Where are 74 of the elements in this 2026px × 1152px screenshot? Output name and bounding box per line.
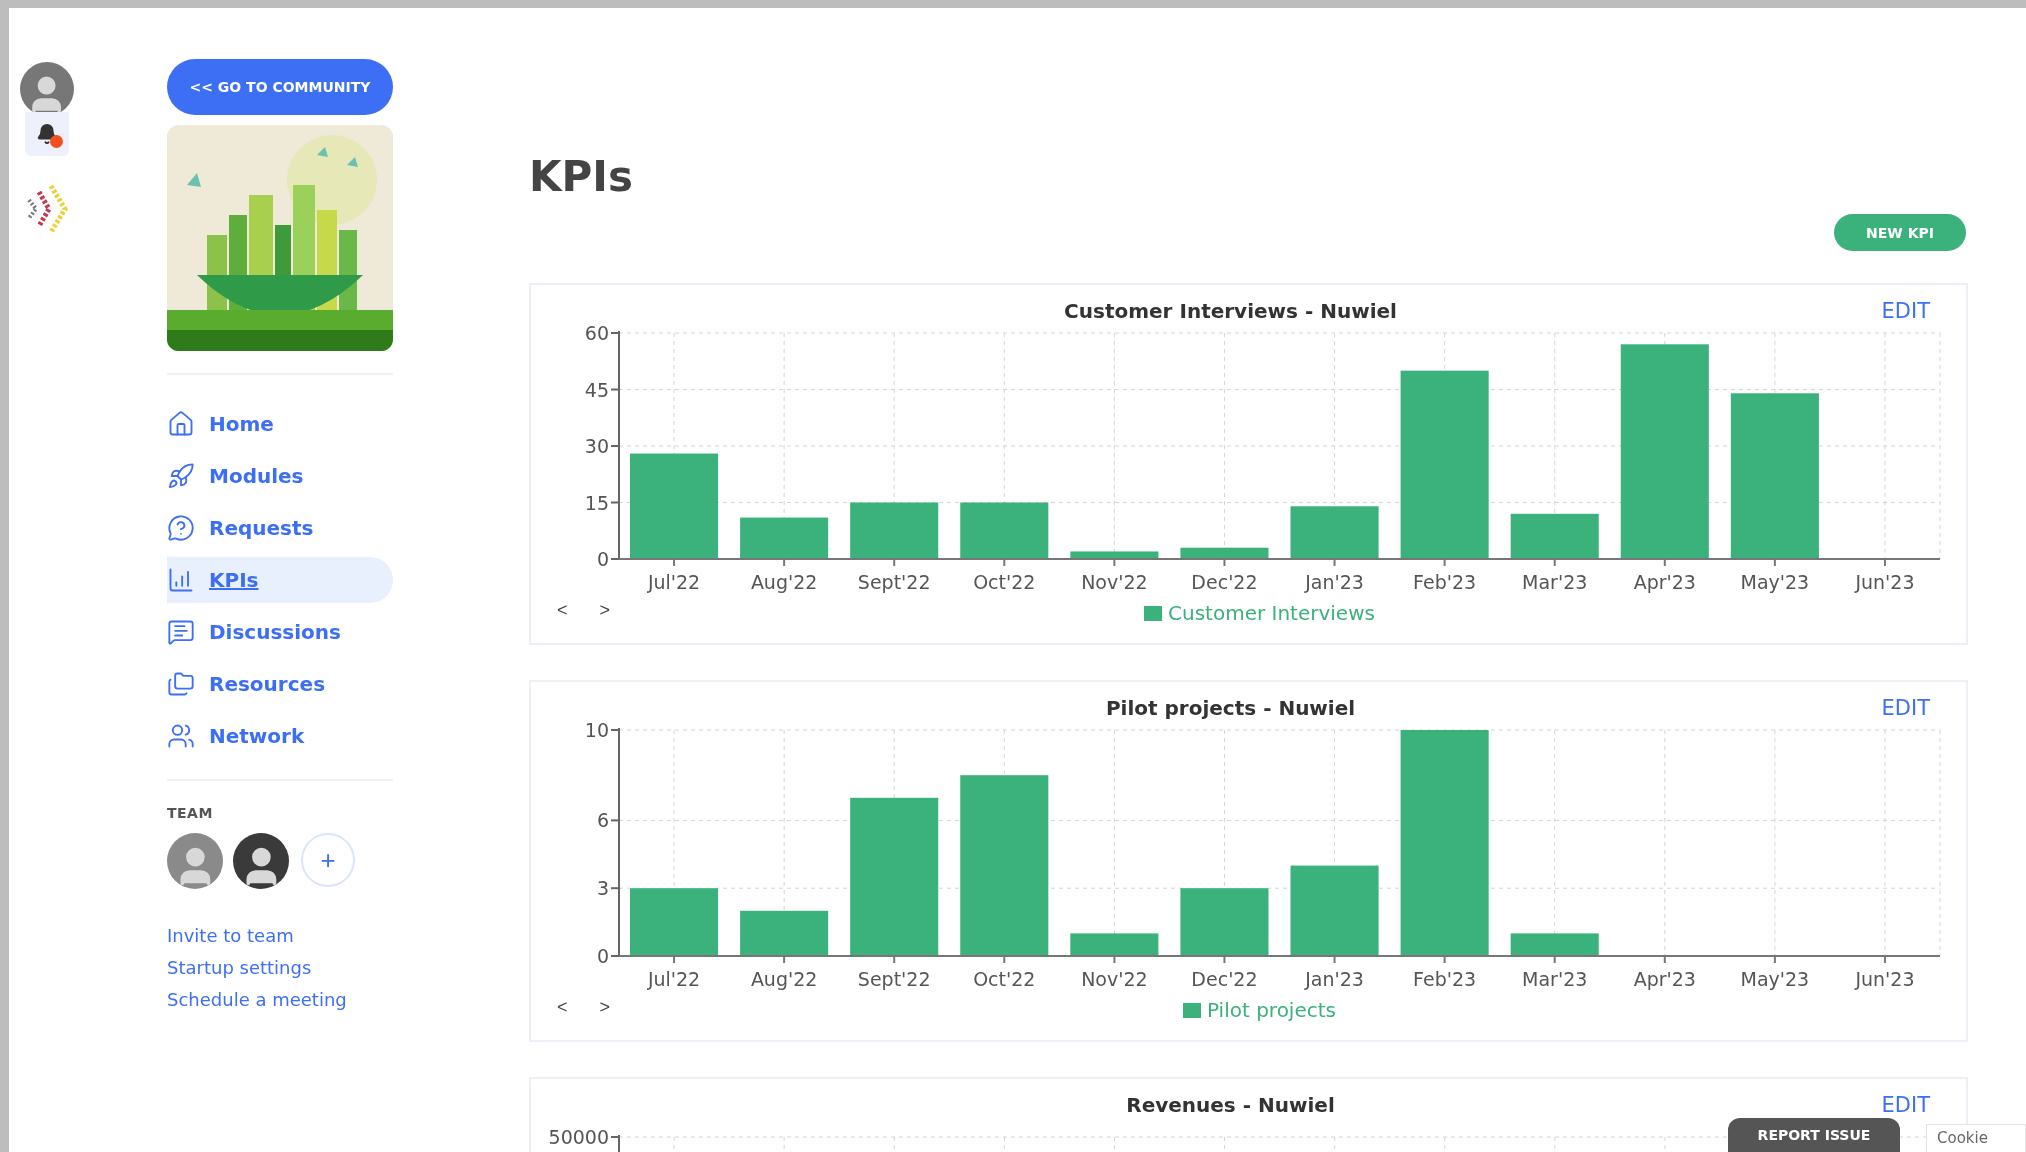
x-tick-label: Mar'23	[1522, 571, 1588, 593]
edit-link[interactable]: EDIT	[1881, 1093, 1930, 1117]
y-tick-label: 30	[584, 435, 609, 457]
notification-button[interactable]	[25, 112, 69, 156]
y-tick-label: 60	[584, 323, 609, 344]
x-tick-label: Apr'23	[1633, 968, 1696, 990]
nav-item[interactable]: Requests	[167, 505, 393, 551]
y-tick-label: 3	[596, 877, 609, 900]
report-issue-button[interactable]: REPORT ISSUE	[1728, 1118, 1900, 1152]
x-tick-label: Jan'23	[1305, 968, 1364, 990]
page-title: KPIs	[529, 156, 634, 198]
nav-item[interactable]: Discussions	[167, 609, 393, 655]
x-tick-label: Jan'23	[1305, 571, 1364, 593]
nav-item[interactable]: Home	[167, 401, 393, 447]
next-button[interactable]: >	[595, 996, 615, 1018]
y-tick-label: 0	[596, 945, 609, 967]
go-to-community-button[interactable]: << GO TO COMMUNITY	[167, 59, 393, 115]
legend-label: Pilot projects	[1207, 998, 1336, 1022]
nav-item[interactable]: KPIs	[167, 557, 393, 603]
x-tick-label: Oct'22	[973, 968, 1036, 990]
y-tick-label: 15	[584, 491, 609, 514]
chart-title: Revenues - Nuwiel	[1126, 1093, 1335, 1117]
x-tick-label: Jun'23	[1855, 571, 1915, 593]
chevron-logo-icon	[25, 184, 69, 234]
x-tick-label: Jul'22	[647, 571, 701, 593]
x-tick-label: Sept'22	[857, 571, 931, 593]
y-tick-label: 45	[584, 378, 609, 401]
y-tick-label: 0	[596, 548, 609, 570]
folders-icon	[167, 670, 195, 698]
x-tick-label: May'23	[1740, 968, 1810, 990]
x-tick-label: Mar'23	[1522, 968, 1588, 990]
rocket-icon	[167, 462, 195, 490]
y-axis	[610, 1134, 620, 1152]
previous-button[interactable]: <	[553, 599, 572, 621]
x-tick-label: Aug'22	[750, 968, 818, 990]
x-tick-label: Nov'22	[1081, 968, 1148, 990]
x-tick-label: Dec'22	[1191, 968, 1258, 990]
x-tick-label: May'23	[1740, 571, 1810, 593]
nav-item[interactable]: Resources	[167, 661, 393, 707]
chart-title: Pilot projects - Nuwiel	[1105, 696, 1356, 720]
add-member-button[interactable]: +	[301, 833, 355, 887]
y-tick-label: 50000	[548, 1126, 609, 1148]
y-tick-label: 6	[596, 809, 609, 832]
sidebar-link[interactable]: Schedule a meeting	[167, 987, 393, 1013]
nav-item[interactable]: Modules	[167, 453, 393, 499]
sidebar-link[interactable]: Startup settings	[167, 955, 393, 981]
x-tick-label: Apr'23	[1633, 571, 1696, 593]
home-icon	[167, 410, 195, 438]
message-icon	[167, 618, 195, 646]
edit-link[interactable]: EDIT	[1881, 299, 1930, 323]
legend-label: Customer Interviews	[1168, 601, 1375, 625]
x-tick-label: Aug'22	[750, 571, 818, 593]
x-tick-label: Feb'23	[1413, 571, 1477, 593]
next-button[interactable]: >	[595, 599, 615, 621]
x-tick-label: Nov'22	[1081, 571, 1148, 593]
question-bubble-icon	[167, 514, 195, 542]
edit-link[interactable]: EDIT	[1881, 696, 1930, 720]
x-tick-label: Jun'23	[1855, 968, 1915, 990]
new-kpi-button[interactable]: NEW KPI	[1834, 214, 1966, 251]
x-tick-label: Oct'22	[973, 571, 1036, 593]
nav-item[interactable]: Network	[167, 713, 393, 759]
x-tick-label: Dec'22	[1191, 571, 1258, 593]
users-icon	[167, 722, 195, 750]
avatar[interactable]	[233, 833, 289, 889]
team-heading: TEAM	[167, 805, 214, 821]
cookie-tab[interactable]: Cookie	[1926, 1124, 2026, 1152]
x-tick-label: Feb'23	[1413, 968, 1477, 990]
previous-button[interactable]: <	[553, 996, 572, 1018]
sidebar-link[interactable]: Invite to team	[167, 923, 393, 949]
x-tick-label: Sept'22	[857, 968, 931, 990]
x-tick-label: Jul'22	[647, 968, 701, 990]
y-tick-label: 10	[584, 720, 609, 741]
chart-title: Customer Interviews - Nuwiel	[1064, 299, 1397, 323]
bar-chart-icon	[167, 566, 195, 594]
